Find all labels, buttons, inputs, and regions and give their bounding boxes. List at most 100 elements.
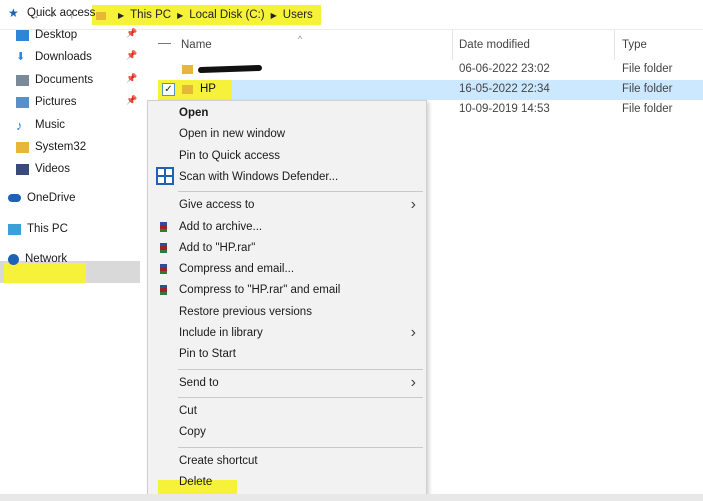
video-icon — [16, 163, 29, 175]
download-icon: ⬇ — [16, 50, 26, 63]
breadcrumb-this-pc[interactable]: This PC — [130, 9, 171, 21]
pin-icon: 📌 — [126, 50, 138, 60]
row-name: HP — [200, 83, 216, 95]
sidebar-item-onedrive[interactable]: OneDrive — [8, 188, 76, 208]
menu-item-copy[interactable]: Copy — [148, 422, 426, 442]
column-date-label: Date modified — [459, 39, 530, 51]
winrar-icon — [160, 221, 167, 232]
pc-icon — [8, 223, 21, 235]
menu-item-label: Open — [179, 107, 209, 119]
document-icon — [16, 74, 29, 86]
menu-item-label: Delete — [179, 475, 213, 488]
breadcrumb-local-disk[interactable]: Local Disk (C:) — [189, 9, 264, 21]
network-icon — [8, 253, 19, 265]
sidebar-item-label: System32 — [35, 141, 87, 153]
menu-item-label: Pin to Start — [179, 348, 236, 361]
sidebar-item-label: Documents — [35, 74, 94, 86]
sidebar-item-music[interactable]: ♪ Music — [16, 115, 65, 135]
table-row-selected[interactable]: ✓ HP 16-05-2022 22:34 File folder — [158, 80, 703, 100]
row-type: File folder — [622, 83, 673, 95]
column-header-name[interactable]: Name — [158, 34, 448, 56]
sidebar-item-pictures[interactable]: Pictures — [16, 92, 77, 112]
menu-item-open[interactable]: Open — [148, 103, 426, 123]
breadcrumb[interactable]: ▶ This PC ▶ Local Disk (C:) ▶ Users — [92, 5, 321, 25]
chevron-right-icon: › — [410, 196, 416, 214]
menu-item-add-to-archive[interactable]: Add to archive... — [148, 217, 426, 237]
menu-item-create-shortcut[interactable]: Create shortcut — [148, 451, 426, 471]
address-bar: → ⌄ ↑ ▶ This PC ▶ Local Disk (C:) ▶ User… — [0, 0, 703, 30]
menu-item-label: Include in library — [179, 327, 263, 339]
sidebar-item-label: Music — [35, 119, 66, 131]
sidebar-item-downloads[interactable]: ⬇ Downloads — [16, 47, 92, 67]
menu-item-delete[interactable]: Delete — [148, 472, 426, 492]
chevron-right-icon: ▶ — [118, 10, 125, 20]
defender-icon — [156, 166, 174, 185]
checkbox[interactable]: ✓ — [162, 83, 175, 96]
menu-item-label: Add to "HP.rar" — [179, 241, 256, 254]
column-divider[interactable] — [452, 30, 453, 60]
row-type: File folder — [622, 103, 673, 115]
table-row[interactable]: 06-06-2022 23:02 File folder — [158, 60, 703, 80]
row-date: 10-09-2019 14:53 — [459, 103, 550, 115]
sidebar-item-label: Downloads — [35, 51, 92, 63]
menu-item-label: Compress and email... — [179, 263, 295, 276]
pin-icon: 📌 — [126, 73, 138, 83]
context-menu: Open Open in new window Pin to Quick acces… — [147, 100, 427, 501]
folder-icon — [182, 65, 193, 74]
menu-item-add-to-hp-rar[interactable]: Add to "HP.rar" — [148, 238, 426, 258]
menu-item-compress-to-hp-rar-and-email[interactable]: Compress to "HP.rar" and email — [148, 280, 426, 300]
sidebar-item-label: Pictures — [35, 96, 77, 108]
redacted-name — [197, 64, 263, 74]
column-header-type[interactable]: Type — [622, 34, 702, 56]
folder-icon — [16, 141, 29, 153]
chevron-right-icon: ▶ — [270, 10, 277, 20]
folder-icon — [96, 12, 106, 20]
menu-item-give-access-to[interactable]: Give access to › — [148, 195, 426, 215]
pin-icon: 📌 — [126, 95, 138, 105]
sidebar-item-label: Quick access — [27, 7, 96, 19]
chevron-right-icon: › — [410, 373, 416, 391]
row-type: File folder — [622, 63, 673, 75]
select-all-icon[interactable] — [158, 42, 171, 44]
star-icon: ★ — [8, 5, 19, 20]
menu-separator — [178, 191, 423, 193]
sidebar-item-this-pc[interactable]: This PC — [8, 219, 68, 239]
menu-item-cut[interactable]: Cut — [148, 401, 426, 421]
column-type-label: Type — [622, 39, 647, 51]
menu-item-label: Pin to Quick access — [179, 149, 280, 162]
sidebar-item-label: OneDrive — [27, 192, 76, 204]
column-header-date[interactable]: Date modified — [459, 34, 609, 56]
menu-item-label: Give access to — [179, 199, 255, 212]
sidebar-item-network[interactable]: Network — [8, 249, 67, 269]
menu-item-label: Cut — [179, 404, 197, 417]
menu-item-label: Send to — [179, 376, 219, 389]
sidebar-item-videos[interactable]: Videos — [16, 159, 70, 179]
row-date: 16-05-2022 22:34 — [459, 83, 550, 95]
folder-icon — [182, 85, 193, 94]
winrar-icon — [160, 285, 167, 296]
menu-item-label: Restore previous versions — [179, 305, 312, 318]
sidebar-item-system32[interactable]: System32 — [16, 137, 86, 157]
cloud-icon — [8, 194, 21, 202]
menu-item-scan-with-windows-defender[interactable]: Scan with Windows Defender... — [148, 166, 426, 187]
menu-item-open-in-new-window[interactable]: Open in new window — [148, 124, 426, 144]
pin-icon: 📌 — [126, 28, 138, 38]
menu-item-label: Compress to "HP.rar" and email — [179, 284, 341, 297]
sidebar-item-quick-access[interactable]: ★ Quick access — [8, 3, 95, 23]
column-divider[interactable] — [614, 30, 615, 60]
picture-icon — [16, 96, 29, 108]
chevron-right-icon: › — [410, 324, 416, 341]
menu-item-include-in-library[interactable]: Include in library › — [148, 323, 426, 343]
desktop-icon — [16, 29, 29, 41]
winrar-icon — [160, 264, 167, 275]
sidebar-item-documents[interactable]: Documents — [16, 70, 93, 90]
sidebar-item-desktop[interactable]: Desktop — [16, 25, 77, 45]
menu-item-restore-previous-versions[interactable]: Restore previous versions — [148, 302, 426, 322]
menu-item-compress-and-email[interactable]: Compress and email... — [148, 259, 426, 279]
menu-item-pin-to-quick-access[interactable]: Pin to Quick access — [148, 146, 426, 166]
menu-item-pin-to-start[interactable]: Pin to Start — [148, 344, 426, 364]
menu-item-send-to[interactable]: Send to › — [148, 373, 426, 393]
breadcrumb-users[interactable]: Users — [283, 9, 313, 21]
horizontal-scrollbar[interactable] — [0, 494, 703, 501]
chevron-right-icon: ▶ — [177, 10, 184, 20]
